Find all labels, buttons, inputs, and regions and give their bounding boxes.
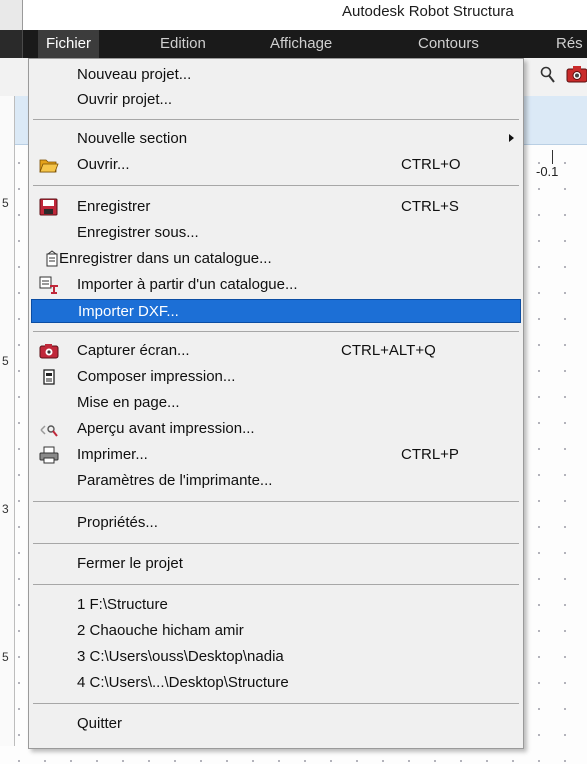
menu-item-label: Capturer écran... [77,342,190,359]
menu-item-mise-en-page[interactable]: Mise en page... [31,391,521,415]
menu-item-label: Ouvrir... [77,156,130,173]
menu-item-parametres-imprimante[interactable]: Paramètres de l'imprimante... [31,469,521,493]
menu-item-shortcut: CTRL+S [401,198,459,215]
compose-print-icon [43,369,55,385]
window-edge [0,0,23,30]
menu-item-shortcut: CTRL+ALT+Q [341,342,436,359]
menu-item-label: 3 C:\Users\ouss\Desktop\nadia [77,648,284,665]
menu-item-label: 4 C:\Users\...\Desktop\Structure [77,674,289,691]
menu-item-label: Enregistrer [77,198,151,215]
zoom-icon[interactable] [540,66,556,84]
ruler-tick [552,150,553,164]
menu-bar-edge [0,30,23,58]
menu-resultats[interactable]: Rés [548,30,587,58]
menu-item-label: 2 Chaouche hicham amir [77,622,244,639]
menu-item-quitter[interactable]: Quitter [31,712,521,736]
menu-edition[interactable]: Edition [152,30,214,58]
menu-item-recent-4[interactable]: 4 C:\Users\...\Desktop\Structure [31,671,521,695]
menu-separator [33,584,519,585]
menu-item-label: Propriétés... [77,514,158,531]
menu-item-capturer-ecran[interactable]: Capturer écran... CTRL+ALT+Q [31,339,521,363]
menu-item-recent-2[interactable]: 2 Chaouche hicham amir [31,619,521,643]
menu-item-importer-catalogue[interactable]: Importer à partir d'un catalogue... [31,273,521,297]
menu-item-label: Importer DXF... [78,303,179,320]
save-icon [39,198,58,216]
ruler-mark: 5 [2,650,9,664]
menu-affichage[interactable]: Affichage [262,30,340,58]
menu-bar: Fichier Edition Affichage Contours Rés [0,30,587,58]
menu-item-nouveau-projet[interactable]: Nouveau projet... [31,63,521,87]
ruler-mark: 5 [2,196,9,210]
open-folder-icon [39,159,59,173]
catalog-import-icon [39,276,58,294]
menu-item-proprietes[interactable]: Propriétés... [31,511,521,535]
menu-item-label: Importer à partir d'un catalogue... [77,276,298,293]
submenu-arrow-icon [509,134,514,142]
menu-item-label: Aperçu avant impression... [77,420,255,437]
menu-item-ouvrir[interactable]: Ouvrir... CTRL+O [31,153,521,177]
menu-item-label: Enregistrer dans un catalogue... [59,250,272,267]
menu-separator [33,331,519,332]
left-ruler: 5 5 3 5 [0,96,15,746]
menu-item-shortcut: CTRL+O [401,156,461,173]
catalog-save-icon [46,250,58,267]
menu-item-shortcut: CTRL+P [401,446,459,463]
camera-toolbar-icon[interactable] [566,64,587,84]
menu-item-enregistrer-catalogue[interactable]: Enregistrer dans un catalogue... [31,247,521,271]
menu-item-label: Imprimer... [77,446,148,463]
ruler-label-top: -0.1 [536,164,559,179]
ruler-mark: 5 [2,354,9,368]
menu-item-label: Composer impression... [77,368,236,385]
menu-item-importer-dxf[interactable]: Importer DXF... [31,299,521,323]
menu-item-label: Ouvrir projet... [77,91,173,108]
camera-icon [39,344,59,359]
title-bar: Autodesk Robot Structura [0,0,587,30]
menu-item-label: Quitter [77,715,123,732]
menu-item-label: Fermer le projet [77,555,183,572]
menu-item-label: Nouveau projet... [77,66,192,83]
menu-item-apercu-impression[interactable]: Aperçu avant impression... [31,417,521,441]
menu-item-nouvelle-section[interactable]: Nouvelle section [31,127,521,151]
menu-item-enregistrer[interactable]: Enregistrer CTRL+S [31,195,521,219]
menu-item-label: Paramètres de l'imprimante... [77,472,273,489]
menu-item-label: Nouvelle section [77,130,188,147]
menu-item-composer-impression[interactable]: Composer impression... [31,365,521,389]
menu-item-recent-1[interactable]: 1 F:\Structure [31,593,521,617]
menu-separator [33,703,519,704]
menu-item-label: Enregistrer sous... [77,224,199,241]
printer-icon [39,446,59,464]
menu-separator [33,119,519,120]
menu-item-ouvrir-projet[interactable]: Ouvrir projet... [31,88,521,112]
menu-contours[interactable]: Contours [410,30,487,58]
menu-separator [33,185,519,186]
menu-separator [33,501,519,502]
menu-fichier[interactable]: Fichier [38,30,100,58]
menu-item-recent-3[interactable]: 3 C:\Users\ouss\Desktop\nadia [31,645,521,669]
menu-item-label: 1 F:\Structure [77,596,168,613]
fichier-dropdown-menu: Nouveau projet... Ouvrir projet... Nouve… [28,58,524,749]
menu-item-fermer-projet[interactable]: Fermer le projet [31,552,521,576]
print-preview-icon [40,425,58,437]
menu-separator [33,543,519,544]
menu-item-imprimer[interactable]: Imprimer... CTRL+P [31,443,521,467]
menu-item-label: Mise en page... [77,394,180,411]
menu-item-enregistrer-sous[interactable]: Enregistrer sous... [31,221,521,245]
window-title: Autodesk Robot Structura [342,3,514,20]
ruler-mark: 3 [2,502,9,516]
